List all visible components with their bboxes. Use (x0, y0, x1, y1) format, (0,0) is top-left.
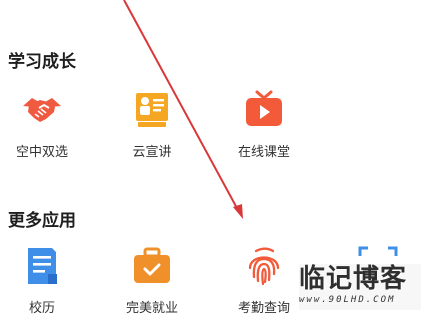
watermark-logo: 临记博客 www.90LHD.COM (299, 264, 421, 310)
watermark-url: www.90LHD.COM (299, 295, 396, 305)
watermark-title: 临记博客 (299, 264, 408, 294)
